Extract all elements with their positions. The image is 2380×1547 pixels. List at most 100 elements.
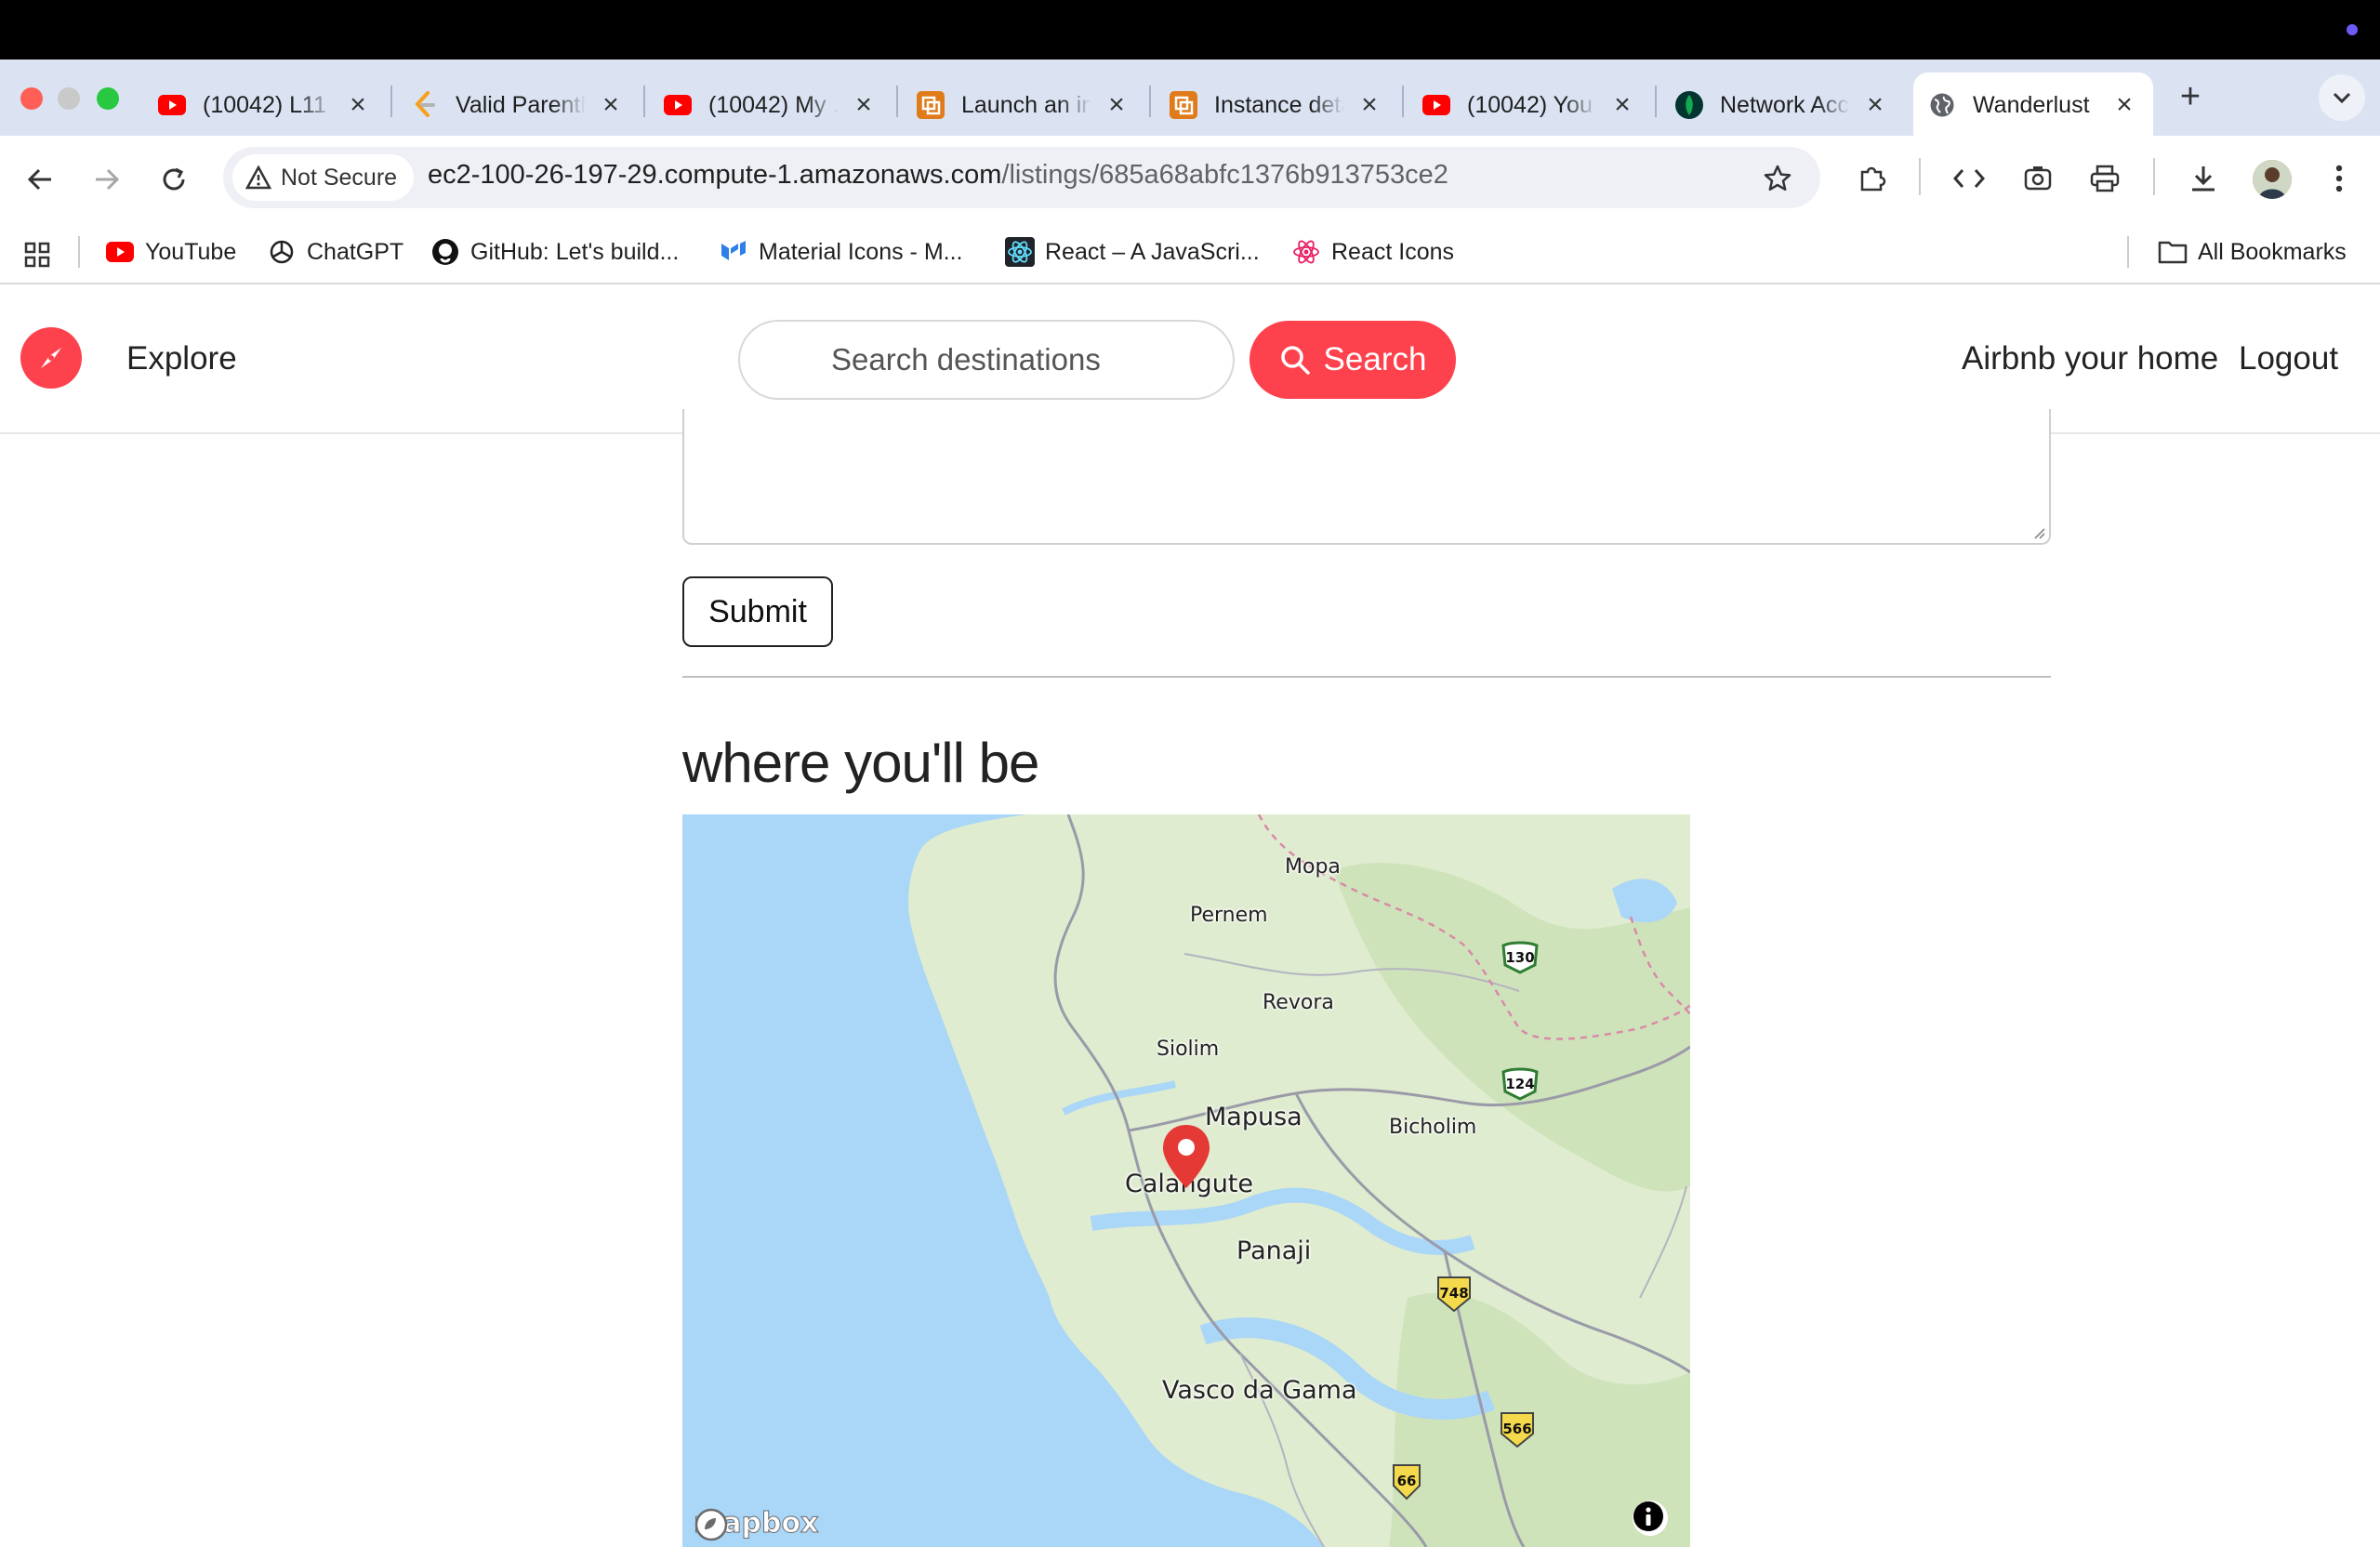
map-city-label: Panaji	[1236, 1236, 1312, 1265]
code-icon	[1953, 169, 1985, 188]
browser-menu-button[interactable]	[2319, 158, 2360, 199]
location-heading: where you'll be	[682, 732, 1039, 794]
download-icon	[2192, 166, 2215, 192]
map-attribution-button[interactable]	[1633, 1501, 1668, 1536]
tab-youtube-2[interactable]: (10042) My ... ×	[664, 74, 878, 136]
map-city-label: Mapusa	[1205, 1103, 1302, 1131]
window-minimize-button[interactable]	[58, 87, 80, 110]
camera-icon	[2024, 166, 2052, 191]
bookmark-material-icons[interactable]: Material Icons - M...	[718, 234, 963, 270]
new-tab-icon[interactable]: +	[2170, 76, 2211, 117]
window-zoom-button[interactable]	[97, 87, 119, 110]
arrow-right-icon	[96, 168, 120, 191]
warning-icon	[245, 165, 271, 190]
map-pin-icon	[1163, 1125, 1210, 1188]
back-button[interactable]	[20, 160, 60, 199]
downloads-button[interactable]	[2183, 158, 2224, 199]
tab-separator	[643, 86, 645, 117]
devtools-button[interactable]	[1949, 158, 1990, 199]
submit-review-button[interactable]: Submit	[682, 576, 833, 647]
bookmark-star-button[interactable]	[1757, 158, 1798, 199]
mapbox-logo[interactable]: mapbox	[693, 1507, 819, 1541]
youtube-icon	[104, 236, 136, 268]
highway-shield: 66	[1391, 1461, 1422, 1501]
tab-separator	[1149, 86, 1151, 117]
nav-host-link[interactable]: Airbnb your home	[1962, 340, 2218, 377]
bookmark-youtube[interactable]: YouTube	[104, 234, 236, 270]
highway-shield: 566	[1499, 1409, 1536, 1448]
close-tab-icon[interactable]: ×	[1355, 89, 1383, 121]
toolbar-separator	[1919, 158, 1921, 195]
all-bookmarks-button[interactable]: All Bookmarks	[2157, 234, 2347, 270]
openai-icon	[266, 236, 298, 268]
react-icons-icon	[1290, 236, 1322, 268]
youtube-icon	[158, 91, 186, 119]
search-button[interactable]: Search	[1250, 321, 1456, 399]
tab-separator	[1402, 86, 1404, 117]
avatar-icon	[2253, 160, 2292, 199]
material-ui-icon	[718, 236, 749, 268]
highway-shield: 124	[1501, 1067, 1540, 1101]
react-icon	[1004, 236, 1036, 268]
tab-separator	[1655, 86, 1657, 117]
aws-icon	[1170, 91, 1197, 119]
tab-aws-instance[interactable]: Instance details ×	[1170, 74, 1383, 136]
brand-logo[interactable]	[20, 327, 82, 389]
bookmark-chatgpt[interactable]: ChatGPT	[266, 234, 403, 270]
mongodb-icon	[1675, 91, 1703, 119]
youtube-icon	[664, 91, 692, 119]
status-dot	[2347, 24, 2358, 35]
search-button-label: Search	[1323, 341, 1427, 377]
close-tab-icon[interactable]: ×	[344, 89, 372, 121]
search-input[interactable]	[738, 320, 1235, 400]
profile-avatar[interactable]	[2253, 160, 2292, 199]
security-badge[interactable]: Not Secure	[232, 154, 415, 201]
toolbar-separator	[2153, 158, 2155, 195]
close-tab-icon[interactable]: ×	[1608, 89, 1636, 121]
screenshot-button[interactable]	[2017, 158, 2058, 199]
apps-grid-button[interactable]	[20, 238, 54, 271]
leetcode-icon	[411, 91, 439, 119]
tab-search-button[interactable]	[2319, 74, 2365, 121]
location-map[interactable]: Mopa Pernem Revora Siolim Mapusa Bicholi…	[682, 814, 1690, 1547]
print-button[interactable]	[2084, 158, 2125, 199]
close-tab-icon[interactable]: ×	[597, 89, 625, 121]
tab-youtube-3[interactable]: (10042) You ... ×	[1422, 74, 1636, 136]
bookmark-react-icons[interactable]: React Icons	[1290, 234, 1454, 270]
bookmark-github[interactable]: GitHub: Let's build...	[430, 234, 679, 270]
location-marker[interactable]	[1160, 1123, 1212, 1190]
reload-button[interactable]	[154, 160, 193, 199]
bookmark-react[interactable]: React – A JavaScri...	[1004, 234, 1260, 270]
tab-wanderlust[interactable]: Wanderlust ×	[1928, 74, 2138, 136]
arrow-left-icon	[27, 168, 51, 191]
close-tab-icon[interactable]: ×	[1103, 89, 1130, 121]
map-city-label: Vasco da Gama	[1162, 1376, 1357, 1405]
grid-icon	[24, 242, 50, 268]
nav-logout-link[interactable]: Logout	[2239, 340, 2338, 377]
star-icon	[1764, 165, 1792, 192]
close-tab-icon[interactable]: ×	[2110, 89, 2138, 121]
forward-button[interactable]	[87, 160, 126, 199]
chevron-down-icon	[2333, 92, 2351, 103]
more-vertical-icon	[2335, 165, 2343, 192]
tab-mongodb[interactable]: Network Access ×	[1675, 74, 1889, 136]
resize-grip-icon[interactable]	[2030, 524, 2045, 539]
tab-aws-launch[interactable]: Launch an instance ×	[917, 74, 1130, 136]
close-tab-icon[interactable]: ×	[1861, 89, 1889, 121]
close-tab-icon[interactable]: ×	[850, 89, 878, 121]
window-close-button[interactable]	[20, 87, 43, 110]
youtube-icon	[1422, 91, 1450, 119]
tab-separator	[390, 86, 392, 117]
info-icon	[1633, 1501, 1663, 1531]
extensions-button[interactable]	[1852, 158, 1893, 199]
bookmarks-separator	[78, 236, 80, 268]
tab-separator	[896, 86, 898, 117]
folder-icon	[2157, 236, 2188, 268]
review-comment-textarea[interactable]	[682, 409, 2051, 545]
tab-leetcode[interactable]: Valid Parenthese ×	[411, 74, 625, 136]
url-text[interactable]: ec2-100-26-197-29.compute-1.amazonaws.co…	[428, 160, 1448, 191]
nav-explore-link[interactable]: Explore	[126, 340, 237, 377]
tab-youtube-1[interactable]: (10042) L11 ... ×	[158, 74, 372, 136]
compass-icon	[41, 348, 61, 368]
search-icon	[1280, 346, 1310, 375]
